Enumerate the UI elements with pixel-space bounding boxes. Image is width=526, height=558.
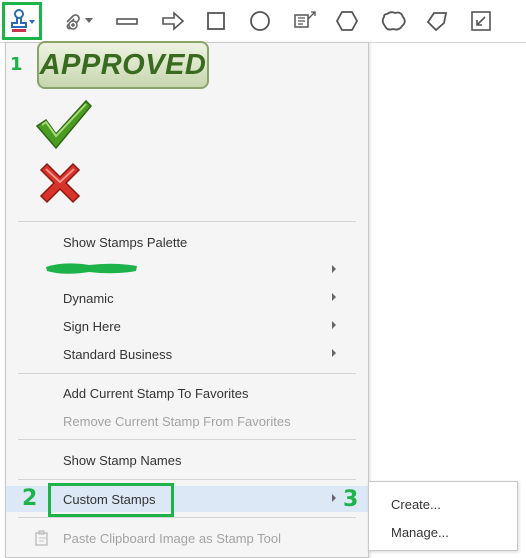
expand-tool-button[interactable] [468,8,494,34]
clipboard-icon [35,530,48,546]
arrow-tool-button[interactable] [160,8,186,34]
oval-icon [250,11,270,31]
rectangle-tool-button[interactable] [203,8,229,34]
textbox-tool-button[interactable] [290,8,320,34]
menu-item-show-stamp-names[interactable]: Show Stamp Names [6,447,368,473]
menu-item-label: Show Stamp Names [63,452,182,468]
menu-item-label: Show Stamps Palette [63,234,188,250]
menu-item-remove-favorite: Remove Current Stamp From Favorites [6,408,368,434]
chevron-down-icon [85,18,93,23]
menu-separator [18,373,356,374]
approved-stamp[interactable]: APPROVED [37,41,209,89]
menu-item-label: Sign Here [63,318,121,334]
menu-item-label: Add Current Stamp To Favorites [63,385,249,401]
custom-stamps-submenu: Create... Manage... [368,481,518,551]
expand-icon [471,11,491,31]
stamp-toolbar [0,0,526,43]
menu-item-label: Standard Business [63,346,173,362]
arrow-icon [162,11,185,31]
annotation-number-three: 3 [343,487,359,512]
polyline-icon [426,12,448,32]
menu-separator [18,221,356,222]
submenu-item-manage[interactable]: Manage... [369,519,517,545]
menu-separator [18,439,356,440]
stamp-icon [11,9,35,32]
chevron-right-icon [332,494,336,502]
submenu-item-label: Manage... [391,524,449,540]
chevron-right-icon [332,349,336,357]
redaction-mark [46,263,137,274]
polyline-tool-button[interactable] [423,8,451,34]
menu-item-label: Paste Clipboard Image as Stamp Tool [63,530,281,546]
annotation-number-one: 1 [10,54,23,75]
cross-stamp-icon[interactable] [37,160,83,206]
line-icon [116,18,138,25]
approved-stamp-label: APPROVED [39,48,207,81]
menu-item-standard-business[interactable]: Standard Business [6,341,368,367]
polygon-icon [335,11,359,31]
annotation-box-custom-stamps [48,483,174,517]
line-tool-button[interactable] [114,8,140,34]
annotation-number-two: 2 [22,486,38,511]
menu-item-paste-clipboard: Paste Clipboard Image as Stamp Tool [6,525,368,551]
stamp-tool-button[interactable] [2,2,42,40]
menu-separator [18,479,356,480]
cloud-tool-button[interactable] [380,8,408,34]
stamps-menu: APPROVED Show Stamps Palette Dynamic Sig… [5,41,369,558]
chevron-right-icon [332,293,336,301]
attach-tool-button[interactable] [58,8,96,34]
chevron-right-icon [332,265,336,273]
submenu-item-create[interactable]: Create... [369,491,517,517]
menu-separator [18,517,356,518]
cloud-icon [381,11,406,31]
menu-item-dynamic[interactable]: Dynamic [6,285,368,311]
menu-item-label: Remove Current Stamp From Favorites [63,413,291,429]
check-stamp-icon[interactable] [34,98,94,150]
menu-item-add-favorite[interactable]: Add Current Stamp To Favorites [6,380,368,406]
menu-item-label: Dynamic [63,290,114,306]
submenu-item-label: Create... [391,496,441,512]
textbox-icon [294,11,316,28]
oval-tool-button[interactable] [247,8,273,34]
rectangle-icon [207,12,225,30]
menu-item-show-stamps-palette[interactable]: Show Stamps Palette [6,229,368,255]
polygon-tool-button[interactable] [334,8,360,34]
menu-item-sign-here[interactable]: Sign Here [6,313,368,339]
chevron-right-icon [332,321,336,329]
attach-icon [66,14,80,30]
